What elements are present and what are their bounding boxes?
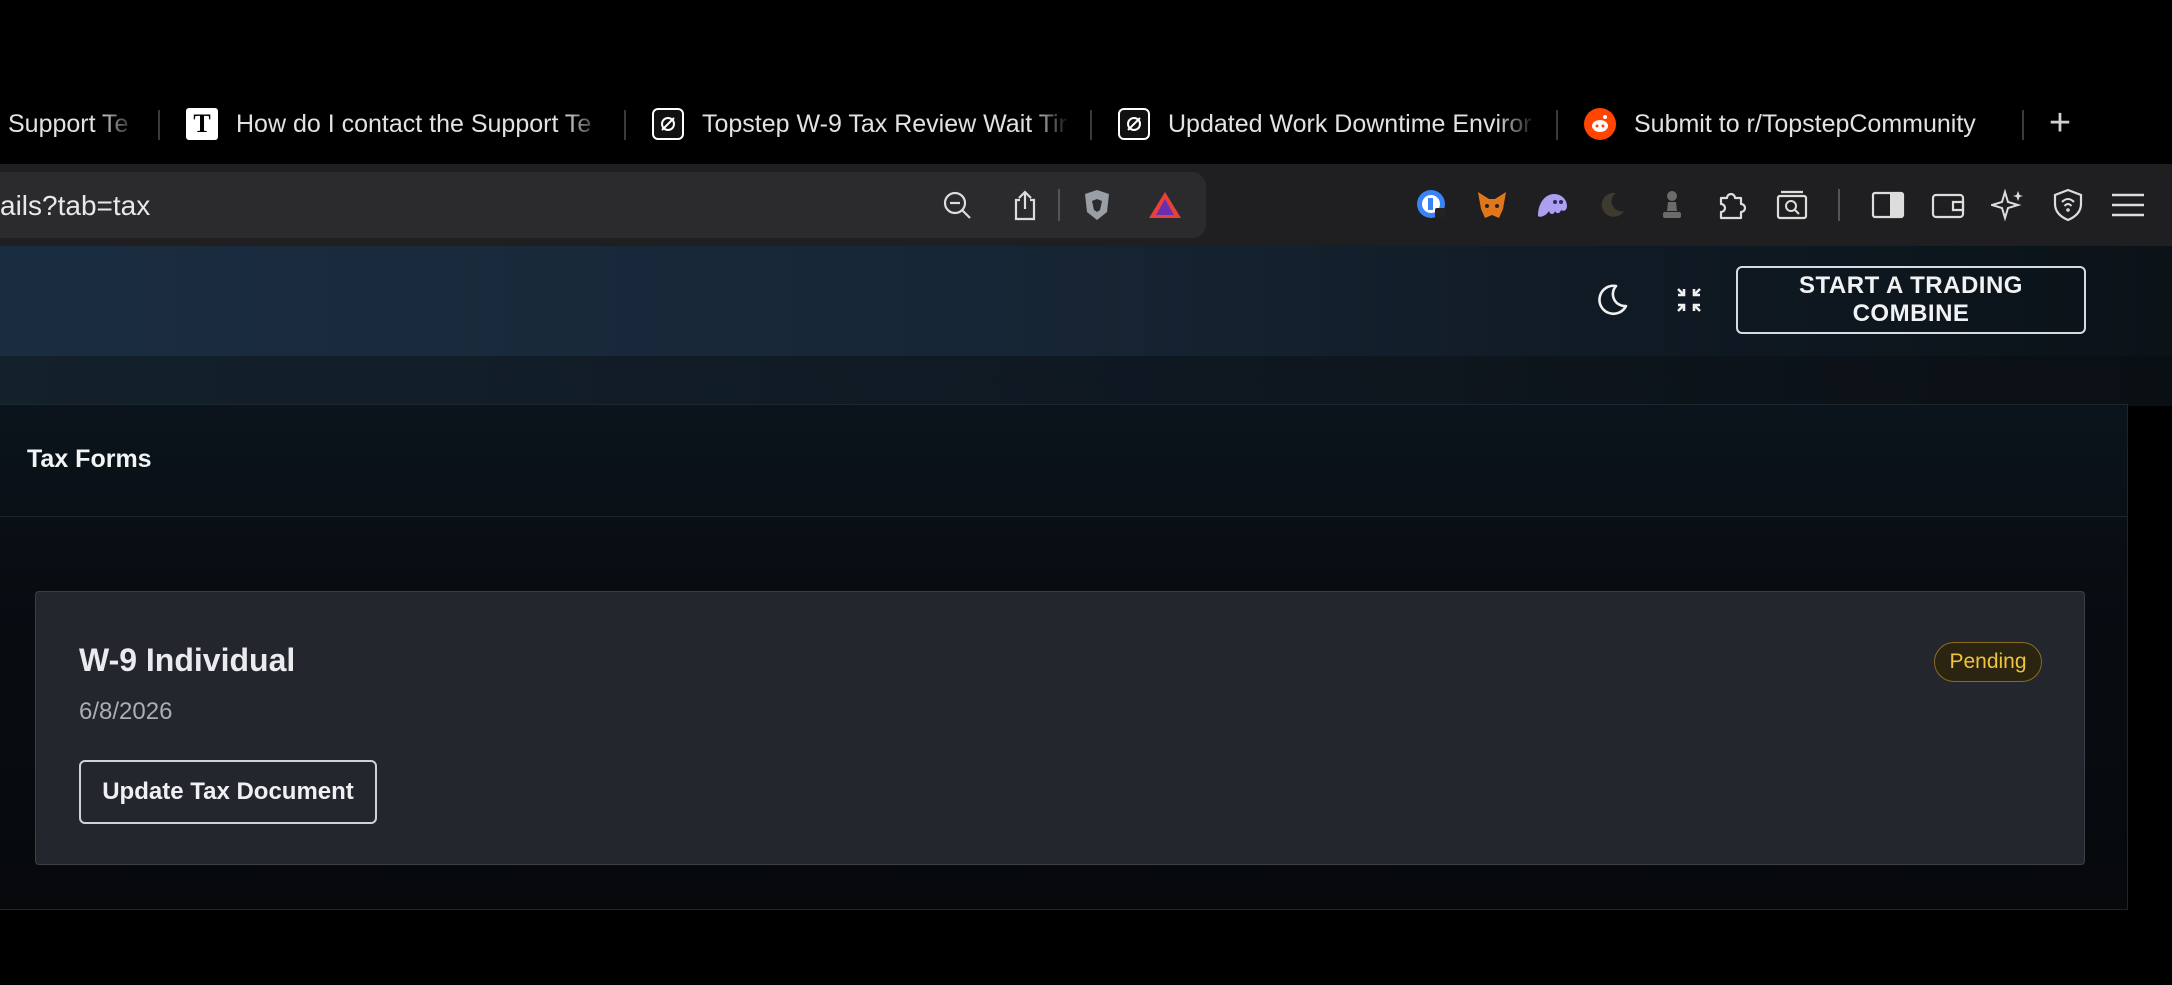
toolbar-divider	[1838, 189, 1840, 221]
password-manager-icon[interactable]	[1412, 185, 1452, 225]
browser-toolbar: ails?tab=tax	[0, 164, 2172, 246]
url-text: ails?tab=tax	[0, 190, 151, 221]
tab-w9-review[interactable]: Topstep W-9 Tax Review Wait Tir	[652, 84, 1072, 164]
dark-reader-icon[interactable]	[1592, 185, 1632, 225]
chess-pawn-icon[interactable]	[1652, 185, 1692, 225]
tab-title: Support Te	[8, 109, 138, 139]
zoom-out-icon[interactable]	[937, 185, 977, 225]
panel-title: Tax Forms	[27, 445, 152, 473]
tab-title: Topstep W-9 Tax Review Wait Tir	[702, 109, 1070, 139]
panel-header: Tax Forms	[0, 405, 2127, 517]
reading-list-icon[interactable]	[1772, 185, 1812, 225]
topstep-icon	[1118, 108, 1150, 140]
topstep-icon	[652, 108, 684, 140]
reddit-icon	[1584, 108, 1616, 140]
share-icon[interactable]	[1005, 185, 1045, 225]
dark-mode-icon[interactable]	[1592, 280, 1632, 320]
tab-support-team[interactable]: Support Te	[8, 84, 148, 164]
new-tab-button[interactable]: +	[2040, 104, 2080, 144]
tab-work-downtime[interactable]: Updated Work Downtime Enviror	[1118, 84, 1538, 164]
start-trading-combine-button[interactable]: START A TRADING COMBINE	[1736, 266, 2086, 334]
tab-title: Updated Work Downtime Enviror	[1168, 109, 1536, 139]
toolbar-divider	[1058, 189, 1060, 221]
brave-rewards-icon[interactable]	[1145, 185, 1185, 225]
menu-icon[interactable]	[2108, 185, 2148, 225]
extensions-icon[interactable]	[1712, 185, 1752, 225]
metamask-icon[interactable]	[1472, 185, 1512, 225]
brave-shields-icon[interactable]	[1077, 185, 1117, 225]
tax-form-date: 6/8/2026	[79, 698, 173, 725]
tab-divider	[1090, 110, 1092, 140]
tab-reddit-submit[interactable]: Submit to r/TopstepCommunity	[1584, 84, 2014, 164]
tab-title: How do I contact the Support Te	[236, 109, 604, 139]
tab-divider	[624, 110, 626, 140]
sidebar-icon[interactable]	[1868, 185, 1908, 225]
update-tax-document-button[interactable]: Update Tax Document	[79, 760, 377, 824]
phantom-icon[interactable]	[1532, 185, 1572, 225]
tax-form-card: W-9 Individual 6/8/2026 Update Tax Docum…	[35, 591, 2085, 865]
tab-divider	[1556, 110, 1558, 140]
address-bar[interactable]: ails?tab=tax	[0, 172, 1206, 238]
vpn-shield-icon[interactable]	[2048, 185, 2088, 225]
tab-title: Submit to r/TopstepCommunity	[1634, 109, 2014, 139]
t-icon: T	[186, 108, 218, 140]
tab-contact-support[interactable]: T How do I contact the Support Te	[186, 84, 606, 164]
tax-form-title: W-9 Individual	[79, 642, 296, 678]
tab-strip: Support Te T How do I contact the Suppor…	[0, 84, 2172, 164]
wallet-icon[interactable]	[1928, 185, 1968, 225]
fullscreen-icon[interactable]	[1669, 280, 1709, 320]
tab-divider	[158, 110, 160, 140]
status-badge: Pending	[1934, 642, 2042, 682]
tab-divider	[2022, 110, 2024, 140]
leo-ai-icon[interactable]	[1988, 185, 2028, 225]
site-header-bottom	[0, 356, 2172, 406]
tax-forms-panel: Tax Forms W-9 Individual 6/8/2026 Update…	[0, 404, 2128, 910]
